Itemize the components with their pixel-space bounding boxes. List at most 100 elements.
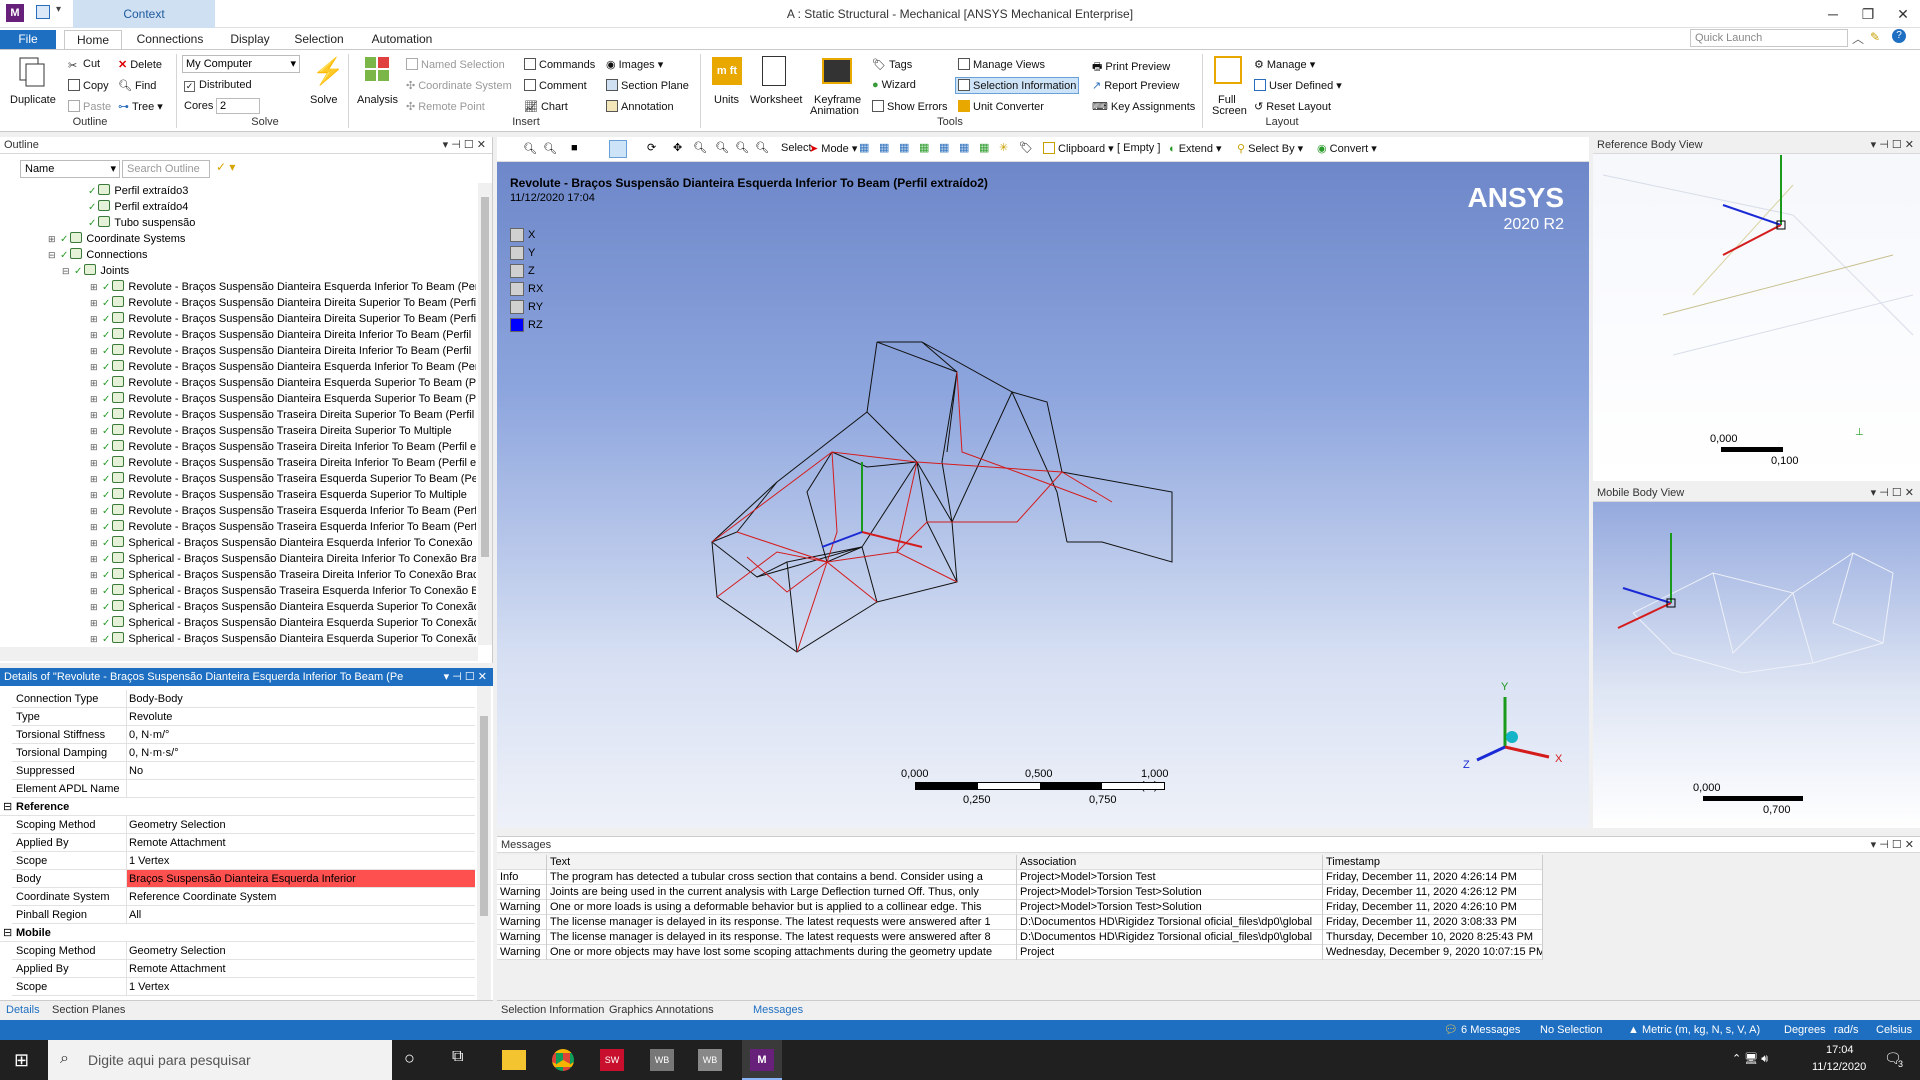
expand-icon[interactable]: ⊞: [90, 359, 100, 375]
extend-button[interactable]: ◐ Extend ▾: [1169, 142, 1222, 155]
expand-icon[interactable]: ⊞: [90, 327, 100, 343]
convert-button[interactable]: ◉ Convert ▾: [1317, 142, 1377, 155]
solve-button[interactable]: Solve: [310, 94, 338, 106]
outline-scroll-thumb[interactable]: [481, 197, 489, 557]
details-row[interactable]: Element APDL Name: [12, 780, 475, 798]
taskbar-time[interactable]: 17:04: [1826, 1044, 1854, 1056]
tab-home[interactable]: Home: [64, 30, 122, 50]
tree-item[interactable]: ⊞ ✓ Revolute - Braços Suspensão Dianteira …: [90, 311, 476, 327]
details-value[interactable]: Geometry Selection: [126, 942, 475, 959]
full-screen-line2[interactable]: Screen: [1212, 105, 1247, 117]
tree-item[interactable]: ⊞ ✓ Revolute - Braços Suspensão Traseira D…: [90, 439, 476, 455]
expand-icon[interactable]: ⊞: [90, 487, 100, 503]
remote-point-button[interactable]: ✣ Remote Point: [406, 100, 485, 113]
tab-file[interactable]: File: [0, 30, 56, 49]
details-row[interactable]: Scoping Method Geometry Selection: [12, 942, 475, 960]
edge-select-icon[interactable]: ▦: [879, 141, 889, 154]
mode-button[interactable]: ➤ Mode ▾: [809, 142, 857, 155]
tree-item[interactable]: ⊞ ✓ Spherical - Braços Suspensão Traseira …: [90, 583, 476, 599]
celsius-status[interactable]: Celsius: [1876, 1020, 1912, 1040]
expand-icon[interactable]: ⊞: [90, 519, 100, 535]
expand-icon[interactable]: ⊞: [90, 439, 100, 455]
details-section-header[interactable]: ⊟ Reference: [0, 798, 475, 816]
rotate-icon[interactable]: ⟳: [647, 141, 656, 154]
minimize-icon[interactable]: ─: [1820, 3, 1846, 25]
tab-section-planes[interactable]: Section Planes: [52, 1001, 125, 1019]
details-row[interactable]: Suppressed No: [12, 762, 475, 780]
copy-button[interactable]: Copy: [68, 79, 109, 92]
manage-button[interactable]: ⚙ Manage ▾: [1254, 58, 1315, 71]
key-assignments-button[interactable]: ⌨ Key Assignments: [1092, 100, 1195, 113]
reference-view-controls[interactable]: ▾ ⊣ ☐ ✕: [1871, 137, 1914, 154]
delete-button[interactable]: ✕ Delete: [118, 58, 162, 71]
named-selection-button[interactable]: Named Selection: [406, 58, 505, 71]
tree-item[interactable]: ⊟ ✓ Joints: [62, 263, 129, 279]
details-value[interactable]: 0, N·m·s/°: [126, 744, 475, 761]
annotation-button[interactable]: Annotation: [606, 100, 674, 113]
keyframe-animation-icon[interactable]: [822, 58, 852, 84]
details-row[interactable]: Torsional Stiffness 0, N·m/°: [12, 726, 475, 744]
selection-information-button[interactable]: Selection Information: [955, 77, 1080, 94]
expand-icon[interactable]: ⊞: [90, 471, 100, 487]
expand-icon[interactable]: ⊟: [48, 247, 58, 263]
message-row[interactable]: Warning One or more loads is using a defo…: [497, 900, 1543, 915]
tree-item[interactable]: ⊞ ✓ Spherical - Braços Suspensão Dianteira…: [90, 551, 476, 567]
cores-input[interactable]: 2: [216, 98, 260, 114]
tree-item[interactable]: ⊞ ✓ Spherical - Braços Suspensão Traseira …: [90, 567, 476, 583]
tree-item[interactable]: ⊞ ✓ Revolute - Braços Suspensão Traseira E…: [90, 487, 467, 503]
tree-button[interactable]: ⊶ Tree ▾: [118, 100, 163, 113]
magnifier-icon[interactable]: 🔍︎: [755, 141, 769, 154]
messages-window-controls[interactable]: ▾ ⊣ ☐ ✕: [1871, 837, 1914, 854]
message-row[interactable]: Warning Joints are being used in the curr…: [497, 885, 1543, 900]
tree-item[interactable]: ⊞ ✓ Revolute - Braços Suspensão Dianteira …: [90, 375, 476, 391]
expand-icon[interactable]: ⊞: [90, 455, 100, 471]
expand-icon[interactable]: ⊞: [90, 375, 100, 391]
details-row[interactable]: Scope 1 Vertex: [12, 978, 475, 996]
expand-icon[interactable]: ⊞: [90, 583, 100, 599]
file-explorer-icon[interactable]: [502, 1050, 526, 1070]
details-row[interactable]: Applied By Remote Attachment: [12, 960, 475, 978]
tree-item[interactable]: ⊞ ✓ Spherical - Braços Suspensão Dianteira…: [90, 535, 476, 551]
message-row[interactable]: Warning The license manager is delayed in…: [497, 915, 1543, 930]
details-window-controls[interactable]: ▾ ⊣ ☐ ✕: [444, 668, 487, 686]
collapse-ribbon-icon[interactable]: ︿: [1852, 30, 1864, 47]
worksheet-button[interactable]: Worksheet: [750, 94, 802, 106]
box-zoom-icon[interactable]: 🔍︎: [715, 141, 729, 154]
system-tray-icons[interactable]: ⌃ 🖥︎ 🔊︎: [1732, 1052, 1768, 1066]
section-plane-button[interactable]: Section Plane: [606, 79, 689, 92]
workbench-icon[interactable]: WB: [650, 1049, 674, 1071]
tree-item[interactable]: ⊞ ✓ Revolute - Braços Suspensão Traseira E…: [90, 503, 476, 519]
tab-selection[interactable]: Selection: [288, 30, 350, 49]
clipboard-button[interactable]: Clipboard ▾: [1043, 142, 1114, 155]
chart-button[interactable]: 📈︎ Chart: [524, 100, 568, 113]
mobile-view-controls[interactable]: ▾ ⊣ ☐ ✕: [1871, 485, 1914, 502]
units-icon[interactable]: m ft: [712, 57, 742, 85]
tree-item[interactable]: ⊞ ✓ Revolute - Braços Suspensão Dianteira …: [90, 343, 471, 359]
expand-icon[interactable]: ⊞: [48, 231, 58, 247]
expand-icon[interactable]: ⊞: [90, 343, 100, 359]
restore-icon[interactable]: ❐: [1855, 3, 1881, 25]
tree-item[interactable]: ⊞ ✓ Revolute - Braços Suspensão Dianteira …: [90, 327, 471, 343]
quick-launch-input[interactable]: Quick Launch: [1690, 29, 1848, 47]
details-value[interactable]: Body-Body: [126, 690, 475, 707]
tab-graphics-annotations[interactable]: Graphics Annotations: [609, 1001, 714, 1019]
expand-icon[interactable]: ⊞: [90, 311, 100, 327]
expand-icon[interactable]: ⊟: [62, 263, 72, 279]
tree-item[interactable]: ⊞ ✓ Revolute - Braços Suspensão Traseira E…: [90, 519, 476, 535]
comment-button[interactable]: Comment: [524, 79, 587, 92]
show-errors-button[interactable]: Show Errors: [872, 100, 948, 113]
feedback-icon[interactable]: ✎: [1870, 30, 1880, 44]
wizard-button[interactable]: ● Wizard: [872, 79, 916, 91]
expand-icon[interactable]: ⊞: [90, 407, 100, 423]
tree-item[interactable]: ⊞ ✓ Coordinate Systems: [48, 231, 185, 247]
messages-status[interactable]: 💬︎ 6 Messages: [1444, 1020, 1520, 1040]
label-icon[interactable]: 🏷︎: [1019, 141, 1033, 154]
message-row[interactable]: Warning The license manager is delayed in…: [497, 930, 1543, 945]
outline-search-input[interactable]: Search Outline: [122, 160, 210, 178]
select-by-button[interactable]: ⚲ Select By ▾: [1237, 142, 1303, 155]
node-select-icon[interactable]: ▦: [939, 141, 949, 154]
mechanical-taskbar-button[interactable]: M: [742, 1040, 782, 1080]
duplicate-button[interactable]: Duplicate: [10, 94, 56, 106]
workbench-icon-2[interactable]: WB: [698, 1049, 722, 1071]
duplicate-icon[interactable]: [18, 56, 48, 88]
